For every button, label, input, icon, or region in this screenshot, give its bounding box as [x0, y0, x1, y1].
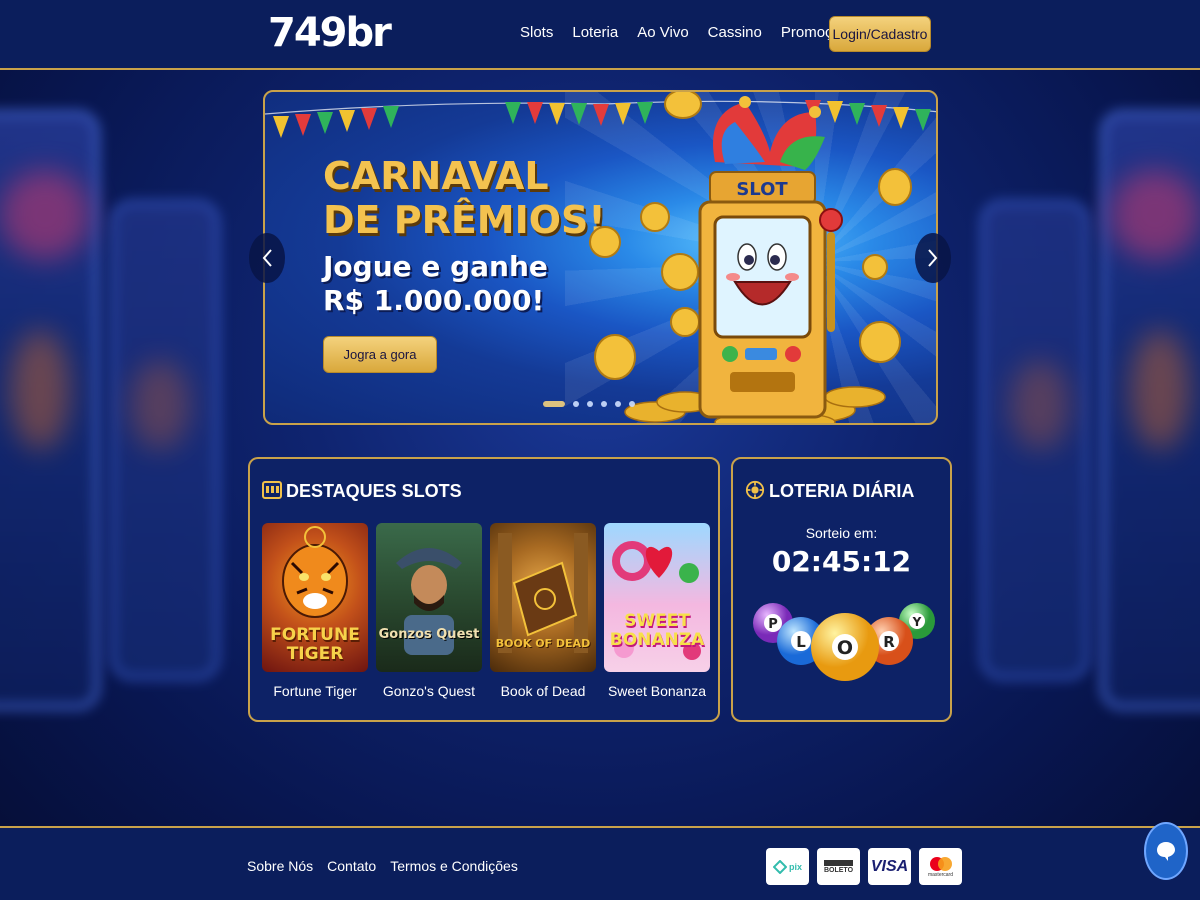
- background-glow: [10, 330, 70, 450]
- footer-link-termos[interactable]: Termos e Condições: [390, 858, 518, 874]
- svg-text:O: O: [837, 637, 853, 659]
- game-card-gonzos-quest[interactable]: Gonzos Quest Gonzo's Quest: [376, 523, 482, 699]
- slots-game-list: FORTUNE TIGER Fortune Tiger Gonzos Quest…: [262, 523, 710, 699]
- footer-link-contato[interactable]: Contato: [327, 858, 376, 874]
- lottery-balls-image: P Y L R O: [753, 603, 935, 681]
- footer-links: Sobre Nós Contato Termos e Condições: [247, 858, 532, 874]
- mastercard-logo: mastercard: [919, 848, 962, 885]
- pix-logo: pix: [766, 848, 809, 885]
- carousel-prev-button[interactable]: [249, 233, 285, 283]
- svg-text:Y: Y: [912, 615, 922, 629]
- game-thumbnail-title: BOOK OF DEAD: [495, 637, 591, 650]
- carousel-dot[interactable]: [573, 401, 579, 407]
- login-button[interactable]: Login/Cadastro: [829, 16, 931, 52]
- mastercard-label: mastercard: [927, 871, 953, 878]
- background-glow: [1130, 330, 1190, 450]
- game-thumbnail-title: FORTUNE TIGER: [270, 625, 360, 664]
- pix-icon: [772, 859, 787, 874]
- svg-text:P: P: [768, 617, 778, 632]
- game-thumbnail-title: SWEET BONANZA: [609, 611, 705, 650]
- pix-label: pix: [788, 861, 802, 872]
- svg-text:L: L: [796, 633, 806, 651]
- game-thumbnail-title: Gonzos Quest: [378, 627, 480, 642]
- background-glow: [0, 170, 90, 260]
- game-thumbnail[interactable]: FORTUNE TIGER: [262, 523, 368, 672]
- visa-label: VISA: [870, 857, 909, 875]
- chevron-right-icon: [928, 249, 938, 267]
- game-name[interactable]: Book of Dead: [490, 683, 596, 699]
- draw-countdown-label: Sorteio em:: [805, 525, 878, 541]
- featured-slots-panel: DESTAQUES SLOTS FORTUNE TIGER Fortune Ti…: [248, 457, 720, 722]
- mastercard-icon: [929, 856, 952, 871]
- game-thumbnail[interactable]: Gonzos Quest: [376, 523, 482, 672]
- carousel-dot-active[interactable]: [543, 401, 565, 407]
- boleto-label: BOLETO: [823, 859, 854, 874]
- hero-title-line: CARNAVAL: [323, 154, 549, 198]
- carousel-dot[interactable]: [615, 401, 621, 407]
- svg-text:SLOT: SLOT: [736, 179, 788, 200]
- game-card-book-of-dead[interactable]: BOOK OF DEAD Book of Dead: [490, 523, 596, 699]
- hero-prize-amount: R$ 1.000.000!: [323, 284, 545, 317]
- game-name[interactable]: Sweet Bonanza: [604, 683, 710, 699]
- lottery-ball-icon: [745, 480, 765, 500]
- hero-subtitle: Jogue e ganhe R$ 1.000.000!: [323, 250, 548, 318]
- chevron-left-icon: [262, 249, 272, 267]
- background-glow: [1110, 170, 1200, 260]
- game-thumbnail[interactable]: SWEET BONANZA: [604, 523, 710, 672]
- chat-icon: [1157, 842, 1175, 861]
- draw-countdown-timer: 02:45:12: [771, 545, 912, 578]
- hero-banner[interactable]: CARNAVAL DE PRÊMIOS! Jogue e ganhe R$ 1.…: [263, 90, 938, 425]
- hero-title: CARNAVAL DE PRÊMIOS!: [323, 154, 606, 242]
- background-glow: [1010, 360, 1070, 450]
- hero-title-line: DE PRÊMIOS!: [323, 198, 606, 242]
- slot-machine-mascot-image: SLOT: [589, 92, 912, 423]
- boleto-logo: BOLETO: [817, 848, 860, 885]
- slots-panel-title: DESTAQUES SLOTS: [286, 481, 462, 501]
- main-nav: Slots Loteria Ao Vivo Cassino Promoções: [520, 24, 876, 41]
- site-footer: Sobre Nós Contato Termos e Condições pix…: [0, 826, 1200, 900]
- daily-lottery-panel: LOTERIA DIÁRIA Sorteio em: 02:45:12 P Y …: [731, 457, 952, 722]
- game-name[interactable]: Fortune Tiger: [262, 683, 368, 699]
- lottery-panel-title: LOTERIA DIÁRIA: [769, 481, 915, 501]
- site-logo[interactable]: 749br: [268, 10, 392, 56]
- background-glow: [130, 360, 190, 450]
- nav-item-loteria[interactable]: Loteria: [572, 24, 618, 41]
- payment-methods: pix BOLETO VISA mastercard: [766, 848, 962, 885]
- nav-item-slots[interactable]: Slots: [520, 24, 553, 41]
- carousel-dot[interactable]: [587, 401, 593, 407]
- carousel-indicators: [543, 401, 635, 407]
- game-card-fortune-tiger[interactable]: FORTUNE TIGER Fortune Tiger: [262, 523, 368, 699]
- hero-subtitle-line: Jogue e ganhe: [323, 250, 548, 283]
- game-card-sweet-bonanza[interactable]: SWEET BONANZA Sweet Bonanza: [604, 523, 710, 699]
- footer-link-sobre-nos[interactable]: Sobre Nós: [247, 858, 313, 874]
- live-chat-button[interactable]: [1144, 822, 1188, 880]
- svg-text:R: R: [883, 633, 895, 651]
- game-thumbnail[interactable]: BOOK OF DEAD: [490, 523, 596, 672]
- explorer-artwork: [396, 548, 462, 655]
- visa-logo: VISA: [868, 848, 911, 885]
- nav-item-ao-vivo[interactable]: Ao Vivo: [637, 24, 688, 41]
- site-header: 749br Slots Loteria Ao Vivo Cassino Prom…: [0, 0, 1200, 70]
- game-name[interactable]: Gonzo's Quest: [376, 683, 482, 699]
- slot-machine-icon: [262, 481, 282, 499]
- nav-item-cassino[interactable]: Cassino: [708, 24, 762, 41]
- carousel-dot[interactable]: [629, 401, 635, 407]
- carousel-next-button[interactable]: [915, 233, 951, 283]
- carousel-dot[interactable]: [601, 401, 607, 407]
- hero-cta-button[interactable]: Jogra a gora: [323, 336, 437, 373]
